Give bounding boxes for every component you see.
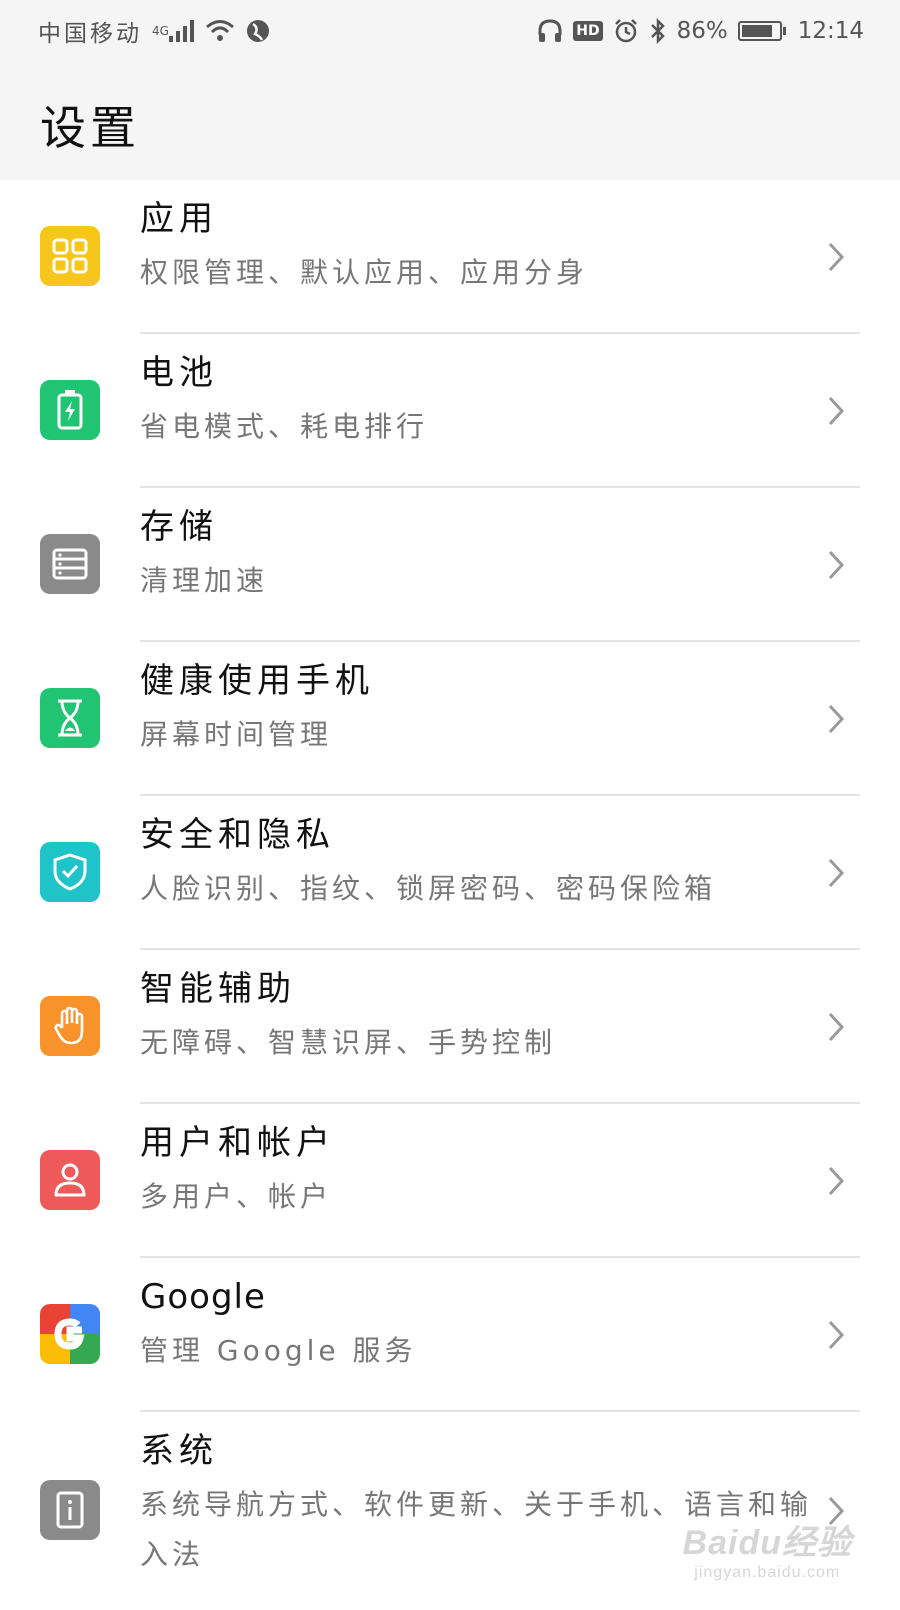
chevron-right-icon [820,1011,852,1043]
settings-item-google[interactable]: Google 管理 Google 服务 [0,1258,900,1412]
chevron-right-icon [820,857,852,889]
wifi-icon [205,19,235,43]
battery-icon [737,21,786,41]
settings-item-subtitle: 管理 Google 服务 [140,1334,417,1367]
settings-item-subtitle: 省电模式、耗电排行 [140,410,429,443]
hand-icon [40,996,100,1056]
settings-item-smart-assistance[interactable]: 智能辅助 无障碍、智慧识屏、手势控制 [0,950,900,1104]
headphones-icon [537,19,563,43]
settings-item-subtitle: 无障碍、智慧识屏、手势控制 [140,1026,557,1059]
settings-item-digital-balance[interactable]: 健康使用手机 屏幕时间管理 [0,642,900,796]
chevron-right-icon [820,1165,852,1197]
alarm-icon [613,18,639,44]
chevron-right-icon [820,1319,852,1351]
settings-item-battery[interactable]: 电池 省电模式、耗电排行 [0,334,900,488]
chevron-right-icon [820,703,852,735]
status-bar: 中国移动 4G HD 86% 12:14 [0,0,900,62]
settings-item-storage[interactable]: 存储 清理加速 [0,488,900,642]
network-type-label: 4G [152,24,169,38]
settings-item-title: 用户和帐户 [140,1123,335,1163]
settings-item-subtitle: 多用户、帐户 [140,1180,333,1213]
settings-item-title: 存储 [140,507,218,547]
user-icon [40,1150,100,1210]
baidu-watermark: Baidu经验 jingyan.baidu.com [683,1515,852,1582]
settings-item-title: 健康使用手机 [140,661,374,701]
settings-item-title: Google [140,1277,266,1317]
settings-item-security[interactable]: 安全和隐私 人脸识别、指纹、锁屏密码、密码保险箱 [0,796,900,950]
app-header: 设置 [0,62,900,180]
hourglass-icon [40,688,100,748]
storage-icon [40,534,100,594]
watermark-url: jingyan.baidu.com [694,1564,841,1581]
google-g-icon [40,1304,100,1364]
settings-item-title: 安全和隐私 [140,815,335,855]
page-title: 设置 [40,101,140,155]
settings-item-title: 电池 [140,353,218,393]
settings-item-title: 智能辅助 [140,969,296,1009]
carrier-label: 中国移动 [38,21,142,47]
signal-icon: 4G [152,20,195,42]
battery-charging-icon [40,380,100,440]
settings-item-subtitle: 清理加速 [140,564,269,597]
hd-icon: HD [573,21,603,41]
settings-item-subtitle: 权限管理、默认应用、应用分身 [140,256,589,289]
globe-icon [245,18,271,44]
bluetooth-icon [649,18,667,44]
chevron-right-icon [820,241,852,273]
battery-percent: 86% [676,18,728,44]
settings-item-subtitle: 人脸识别、指纹、锁屏密码、密码保险箱 [140,872,717,905]
settings-item-subtitle: 屏幕时间管理 [140,718,333,751]
chevron-right-icon [820,395,852,427]
settings-item-title: 应用 [140,199,218,239]
apps-grid-icon [40,226,100,286]
watermark-logo: Baidu经验 [682,1524,852,1562]
settings-item-apps[interactable]: 应用 权限管理、默认应用、应用分身 [0,180,900,334]
settings-item-title: 系统 [140,1431,218,1471]
system-info-icon [40,1480,100,1540]
settings-list: 应用 权限管理、默认应用、应用分身 电池 省电模式、耗电排行 存储 清理加速 健… [0,180,900,1610]
chevron-right-icon [820,549,852,581]
settings-item-users-accounts[interactable]: 用户和帐户 多用户、帐户 [0,1104,900,1258]
shield-check-icon [40,842,100,902]
clock: 12:14 [797,18,864,44]
